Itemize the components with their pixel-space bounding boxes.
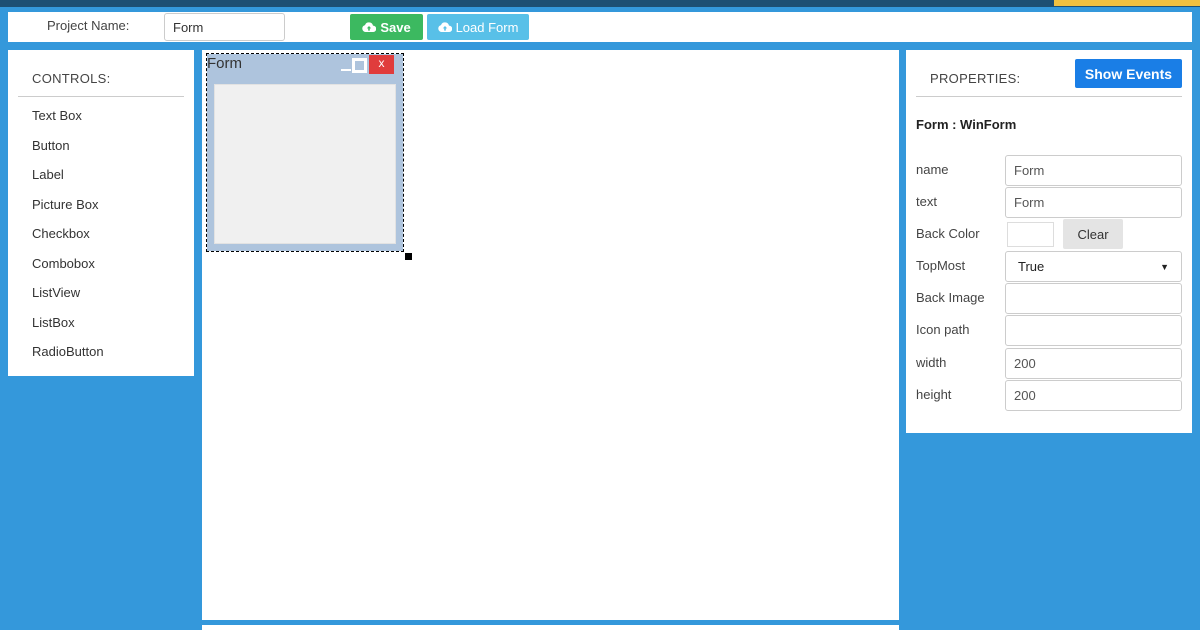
show-events-button[interactable]: Show Events — [1075, 59, 1182, 88]
cloud-upload-icon — [437, 22, 452, 32]
controls-panel: CONTROLS: Text Box Button Label Picture … — [8, 50, 194, 376]
selected-object-type: Form : WinForm — [916, 117, 1017, 132]
control-item-picture-box[interactable]: Picture Box — [32, 197, 104, 227]
topmost-selected-value: True — [1018, 259, 1045, 274]
properties-title: PROPERTIES: — [930, 71, 1021, 86]
controls-list: Text Box Button Label Picture Box Checkb… — [32, 108, 104, 374]
design-canvas[interactable]: Form x — [202, 50, 899, 620]
clear-color-button[interactable]: Clear — [1063, 219, 1123, 249]
control-item-combobox[interactable]: Combobox — [32, 256, 104, 286]
prop-width-input[interactable] — [1005, 348, 1182, 379]
caret-down-icon: ▼ — [1160, 261, 1169, 272]
save-button-label: Save — [380, 19, 411, 35]
prop-name-label: name — [916, 162, 949, 177]
prop-name-input[interactable] — [1005, 155, 1182, 186]
cloud-upload-icon — [362, 22, 377, 32]
prop-icon-path-input[interactable] — [1005, 315, 1182, 346]
close-button[interactable]: x — [369, 55, 394, 74]
control-item-listview[interactable]: ListView — [32, 285, 104, 315]
minimize-icon[interactable] — [341, 69, 351, 71]
controls-divider — [18, 96, 184, 97]
form-window-body[interactable] — [214, 84, 396, 244]
project-name-label: Project Name: — [47, 18, 130, 33]
project-name-input[interactable] — [164, 13, 285, 41]
topmost-select[interactable]: True ▼ — [1005, 251, 1182, 282]
load-form-button-label: Load Form — [455, 19, 519, 35]
control-item-listbox[interactable]: ListBox — [32, 315, 104, 345]
prop-icon-path-label: Icon path — [916, 322, 970, 337]
controls-title: CONTROLS: — [32, 71, 111, 86]
top-band-accent — [1054, 0, 1200, 6]
back-color-swatch[interactable] — [1007, 222, 1054, 247]
prop-text-label: text — [916, 194, 937, 209]
control-item-label[interactable]: Label — [32, 167, 104, 197]
prop-back-color-label: Back Color — [916, 226, 980, 241]
properties-panel: PROPERTIES: Show Events Form : WinForm n… — [906, 50, 1192, 433]
properties-divider — [916, 96, 1182, 97]
resize-handle[interactable] — [405, 253, 412, 260]
control-item-checkbox[interactable]: Checkbox — [32, 226, 104, 256]
control-item-radiobutton[interactable]: RadioButton — [32, 344, 104, 374]
prop-width-label: width — [916, 355, 947, 370]
top-band — [0, 0, 1200, 7]
designer-form-window[interactable]: Form x — [207, 54, 403, 251]
load-form-button[interactable]: Load Form — [427, 14, 529, 40]
control-item-text-box[interactable]: Text Box — [32, 108, 104, 138]
prop-height-input[interactable] — [1005, 380, 1182, 411]
bottom-panel-edge — [202, 625, 899, 630]
maximize-icon[interactable] — [352, 58, 367, 73]
prop-back-image-input[interactable] — [1005, 283, 1182, 314]
maximize-icon-inner — [355, 61, 364, 70]
prop-back-image-label: Back Image — [916, 290, 985, 305]
save-button[interactable]: Save — [350, 14, 423, 40]
prop-text-input[interactable] — [1005, 187, 1182, 218]
prop-height-label: height — [916, 387, 952, 402]
control-item-button[interactable]: Button — [32, 138, 104, 168]
form-window-title: Form — [207, 55, 242, 72]
prop-topmost-label: TopMost — [916, 258, 966, 273]
toolbar: Project Name: Save Load Form — [8, 12, 1192, 42]
